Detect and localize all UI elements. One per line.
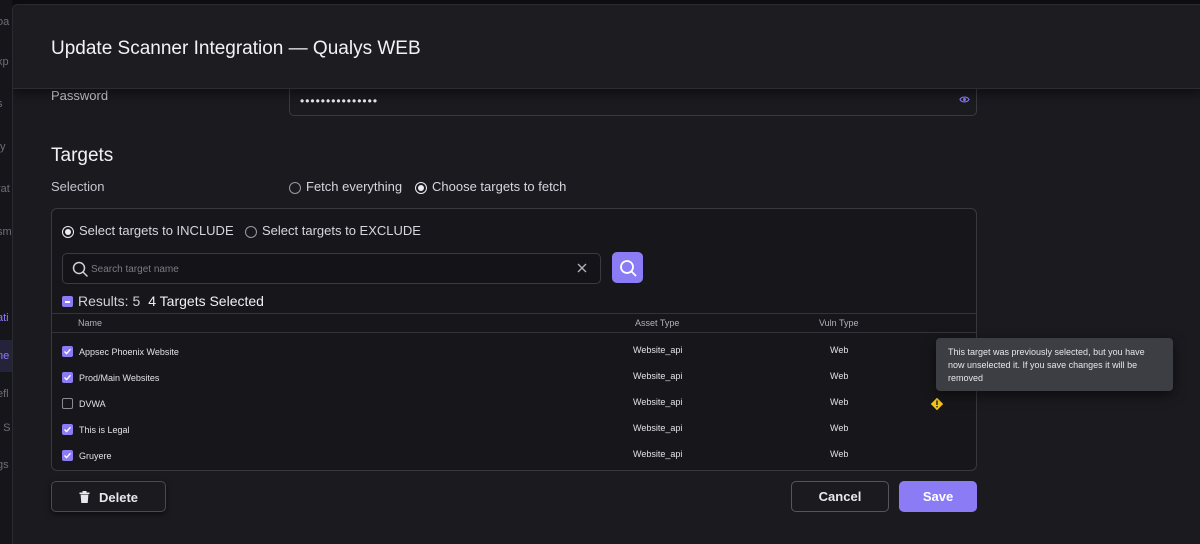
- target-name: This is Legal: [79, 425, 130, 435]
- asset-type: Website_api: [633, 345, 683, 355]
- table-row[interactable]: Gruyere Website_api Web: [52, 443, 976, 469]
- vuln-type: Web: [830, 371, 849, 381]
- radio-unchecked-icon[interactable]: [289, 181, 301, 194]
- target-name: Appsec Phoenix Website: [79, 347, 179, 357]
- search-input[interactable]: [91, 260, 561, 278]
- selected-count: 4 Targets Selected: [148, 293, 264, 309]
- row-checkbox[interactable]: [62, 372, 73, 383]
- check-icon: [64, 426, 72, 433]
- radio-unchecked-icon[interactable]: [245, 225, 257, 238]
- sidebar-item-fragment[interactable]: oa: [0, 16, 9, 28]
- row-checkbox[interactable]: [62, 398, 73, 409]
- row-checkbox[interactable]: [62, 346, 73, 357]
- password-value: •••••••••••••••: [300, 94, 379, 108]
- radio-label: Select targets to EXCLUDE: [262, 223, 421, 238]
- table-row[interactable]: Prod/Main Websites Website_api Web: [52, 365, 976, 391]
- asset-type: Website_api: [633, 449, 683, 459]
- sidebar-item-fragment[interactable]: s: [0, 98, 3, 110]
- delete-label: Delete: [99, 490, 139, 505]
- update-scanner-modal: Update Scanner Integration — Qualys WEB …: [12, 4, 1200, 544]
- check-icon: [64, 374, 72, 381]
- column-header-asset-type[interactable]: Asset Type: [635, 318, 679, 328]
- radio-include-targets[interactable]: Select targets to INCLUDE: [62, 223, 234, 238]
- sidebar-item-fragment[interactable]: ne: [0, 350, 9, 362]
- table-header: Name Asset Type Vuln Type: [52, 313, 976, 333]
- vuln-type: Web: [830, 345, 849, 355]
- close-icon[interactable]: [577, 263, 587, 273]
- sidebar-item-fragment[interactable]: efl: [0, 388, 9, 400]
- asset-type: Website_api: [633, 423, 683, 433]
- modal-header: Update Scanner Integration — Qualys WEB: [13, 5, 1200, 89]
- sidebar-item-fragment[interactable]: t S: [0, 422, 10, 434]
- results-count: Results: 5: [78, 293, 141, 309]
- sidebar-item-fragment[interactable]: ty: [0, 141, 6, 153]
- warning-tooltip: This target was previously selected, but…: [936, 338, 1173, 391]
- selection-label: Selection: [51, 179, 105, 194]
- sidebar-item-fragment[interactable]: ati: [0, 312, 9, 324]
- vuln-type: Web: [830, 423, 849, 433]
- targets-panel: Select targets to INCLUDE Select targets…: [51, 208, 977, 471]
- row-checkbox[interactable]: [62, 424, 73, 435]
- check-icon: [64, 348, 72, 355]
- row-checkbox[interactable]: [62, 450, 73, 461]
- targets-heading: Targets: [51, 145, 114, 166]
- column-header-vuln-type[interactable]: Vuln Type: [819, 318, 859, 328]
- radio-fetch-everything[interactable]: Fetch everything: [289, 179, 402, 194]
- radio-label: Select targets to INCLUDE: [79, 223, 234, 238]
- password-label: Password: [51, 88, 109, 103]
- asset-type: Website_api: [633, 371, 683, 381]
- search-icon: [72, 261, 88, 277]
- trash-icon: [79, 491, 90, 503]
- warning-icon[interactable]: [930, 397, 944, 411]
- save-button[interactable]: Save: [899, 481, 977, 512]
- target-name: Prod/Main Websites: [79, 373, 160, 383]
- target-name: Gruyere: [79, 451, 112, 461]
- sidebar-item-fragment[interactable]: gs: [0, 459, 9, 471]
- radio-label: Choose targets to fetch: [432, 179, 567, 194]
- search-button[interactable]: [612, 252, 643, 283]
- search-box: [62, 253, 601, 284]
- background-sidebar: oa xp s ty rat sm ati ne efl t S gs: [0, 0, 12, 544]
- modal-title: Update Scanner Integration — Qualys WEB: [51, 38, 421, 59]
- results-summary: Results: 5 4 Targets Selected: [62, 293, 264, 309]
- select-all-checkbox[interactable]: [62, 296, 73, 307]
- table-row[interactable]: Appsec Phoenix Website Website_api Web: [52, 339, 976, 365]
- column-header-name[interactable]: Name: [78, 318, 102, 328]
- radio-label: Fetch everything: [306, 179, 403, 194]
- radio-checked-icon[interactable]: [415, 181, 427, 194]
- table-row[interactable]: This is Legal Website_api Web: [52, 417, 976, 443]
- sidebar-item-fragment[interactable]: xp: [0, 56, 9, 68]
- asset-type: Website_api: [633, 397, 683, 407]
- sidebar-item-fragment[interactable]: rat: [0, 183, 10, 195]
- eye-icon[interactable]: [959, 94, 970, 105]
- radio-checked-icon[interactable]: [62, 225, 74, 238]
- check-icon: [64, 452, 72, 459]
- vuln-type: Web: [830, 449, 849, 459]
- delete-button[interactable]: Delete: [51, 481, 166, 512]
- radio-exclude-targets[interactable]: Select targets to EXCLUDE: [245, 223, 421, 238]
- sidebar-item-fragment[interactable]: sm: [0, 226, 12, 238]
- cancel-button[interactable]: Cancel: [791, 481, 889, 512]
- table-row[interactable]: DVWA Website_api Web: [52, 391, 976, 417]
- search-icon: [620, 260, 637, 277]
- vuln-type: Web: [830, 397, 849, 407]
- target-name: DVWA: [79, 399, 106, 409]
- radio-choose-targets[interactable]: Choose targets to fetch: [415, 179, 566, 194]
